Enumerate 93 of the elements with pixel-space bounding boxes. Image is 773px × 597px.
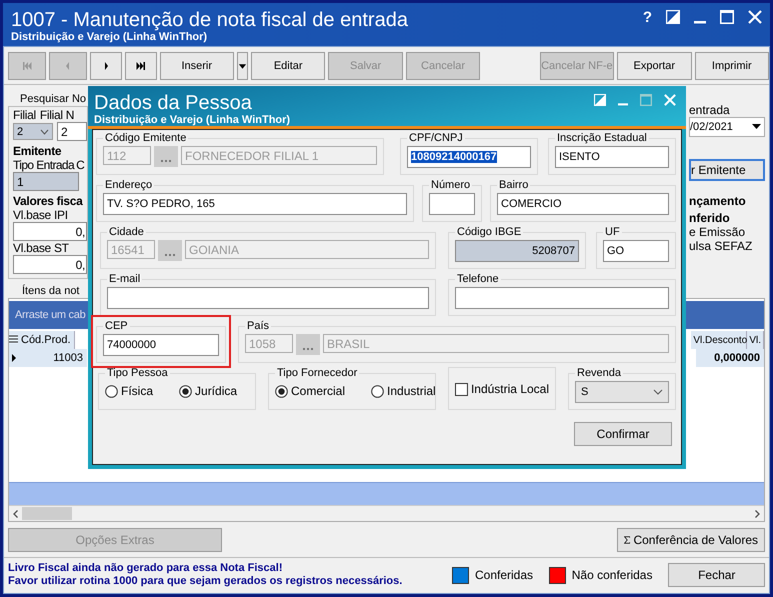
text-field[interactable]: [429, 193, 475, 215]
checkbox-option[interactable]: Indústria Local: [455, 378, 549, 396]
group-label: CEP: [104, 320, 129, 332]
close-icon[interactable]: [748, 10, 762, 24]
group-label: Inscrição Estadual: [556, 132, 648, 144]
lookup-button[interactable]: [154, 146, 178, 167]
group-label: CPF/CNPJ: [408, 132, 464, 144]
text-field[interactable]: [107, 287, 429, 309]
table-cell: 0,000000: [696, 349, 764, 367]
legend-label: Conferidas: [474, 568, 534, 582]
group-label: Código Emitente: [104, 132, 188, 144]
window-title: 1007 - Manutenção de nota fiscal de entrada: [11, 9, 408, 31]
group-label: Tipo Pessoa: [106, 367, 169, 379]
scroll-left-icon[interactable]: [13, 510, 18, 518]
group-label: País: [246, 320, 270, 332]
status-message: Favor utilizar rotina 1000 para que sejam gerados os registros necessários.: [8, 575, 404, 588]
value-field[interactable]: 0,: [13, 255, 87, 274]
ellipsis-icon: [165, 253, 175, 256]
field-label: Filial N: [40, 108, 74, 122]
status-heading: nçamento: [689, 195, 747, 208]
group-label: Código IBGE: [456, 226, 522, 238]
section-heading: Valores fisca: [13, 195, 84, 208]
field-label: Tipo Entrada: [13, 158, 74, 172]
caret-icon: [752, 124, 761, 130]
text-field[interactable]: 74000000: [103, 334, 219, 356]
last-button[interactable]: [124, 52, 157, 80]
resale-select[interactable]: S: [575, 381, 669, 403]
horizontal-scrollbar[interactable]: [9, 505, 764, 521]
close-button[interactable]: Fechar: [668, 563, 765, 587]
caret-icon: [238, 62, 247, 70]
status-heading: nferido: [689, 212, 731, 225]
toolbar-button[interactable]: Inserir: [160, 52, 234, 80]
section-heading: Emitente: [13, 145, 62, 158]
check-values-button[interactable]: Conferência de Valores: [617, 528, 765, 552]
window-subtitle: Distribuição e Varejo (Linha WinThor): [11, 31, 208, 43]
group-label: Endereço: [104, 179, 154, 191]
items-tab[interactable]: Ítens da not: [8, 279, 80, 298]
status-note: ulsa SEFAZ: [689, 239, 754, 253]
field-label: Filial: [13, 108, 36, 122]
lookup-button[interactable]: [158, 240, 182, 261]
dialog-title: Dados da Pessoa: [94, 92, 253, 114]
field-label: entrada: [689, 103, 731, 117]
entry-type-field[interactable]: 1: [13, 172, 79, 191]
supplier-button[interactable]: r Emitente: [689, 159, 765, 181]
text-field[interactable]: GO: [603, 240, 669, 262]
search-tab[interactable]: Pesquisar No: [8, 93, 86, 106]
date-field[interactable]: /02/2021: [689, 117, 765, 137]
branch-select[interactable]: 2: [13, 123, 53, 140]
scroll-right-icon[interactable]: [755, 510, 760, 518]
dialog-subtitle: Distribuição e Varejo (Linha WinThor): [94, 114, 290, 126]
text-field[interactable]: 10809214000167: [407, 146, 531, 168]
branch-field[interactable]: 2: [57, 122, 87, 141]
field-label: Vl.base IPI: [13, 208, 69, 222]
status-note: e Emissão: [689, 225, 746, 239]
help-button[interactable]: ?: [642, 8, 652, 26]
text-field[interactable]: [455, 287, 669, 309]
skip-icon: [136, 62, 146, 70]
lookup-button[interactable]: [296, 334, 320, 355]
chevron-icon: [653, 389, 663, 395]
text-field[interactable]: ISENTO: [555, 146, 669, 168]
column-menu-icon[interactable]: [9, 335, 18, 345]
legend-label: Não conferidas: [572, 568, 652, 582]
group-label: Cidade: [108, 226, 145, 238]
toolbar-button[interactable]: Imprimir: [694, 52, 769, 80]
text-field[interactable]: TV. S?O PEDRO, 165: [103, 193, 407, 215]
group-label: UF: [604, 226, 621, 238]
dropdown-button[interactable]: [236, 52, 248, 80]
group-label: Revenda: [576, 367, 622, 379]
status-message: Livro Fiscal ainda não gerado para essa Nota Fiscal!: [8, 562, 284, 575]
group-label: Telefone: [456, 273, 500, 285]
chevron-icon: [40, 128, 49, 134]
toolbar-button[interactable]: Editar: [250, 52, 326, 80]
group-label: Tipo Fornecedor: [276, 367, 358, 379]
radio-option[interactable]: Jurídica: [179, 384, 238, 398]
table-cell: 11003: [19, 349, 87, 367]
group-label: Número: [430, 179, 472, 191]
group-label: Bairro: [498, 179, 530, 191]
field-label: C: [76, 158, 84, 172]
radio-option[interactable]: Comercial: [275, 384, 346, 398]
radio-option[interactable]: Física: [105, 384, 154, 398]
group-hint: Arraste um cab: [15, 309, 86, 321]
confirm-button[interactable]: Confirmar: [574, 422, 672, 446]
ellipsis-icon: [303, 347, 313, 350]
skip-icon: [22, 62, 32, 70]
ellipsis-icon: [161, 159, 171, 162]
text-field[interactable]: COMERCIO: [497, 193, 669, 215]
restore-icon[interactable]: [666, 10, 680, 24]
toolbar-button[interactable]: Exportar: [617, 52, 692, 80]
field-label: Vl.base ST: [13, 241, 70, 255]
radio-option[interactable]: Industrial: [371, 384, 436, 398]
group-label: E-mail: [108, 273, 142, 285]
value-field[interactable]: 0,: [13, 222, 87, 241]
scrollbar-thumb[interactable]: [22, 507, 72, 520]
